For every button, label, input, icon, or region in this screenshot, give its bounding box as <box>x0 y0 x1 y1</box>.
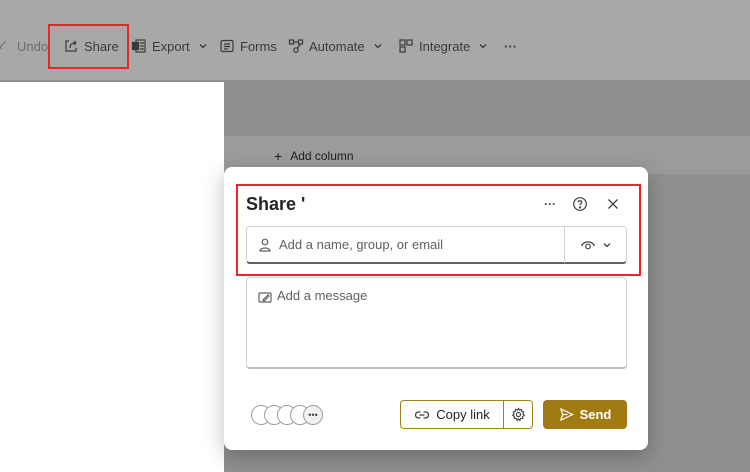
chevron-down-icon <box>195 38 211 54</box>
excel-icon <box>131 38 147 54</box>
automate-button[interactable]: Automate <box>288 36 386 56</box>
copy-link-label: Copy link <box>436 407 490 422</box>
side-pane <box>0 82 224 472</box>
automate-icon <box>288 38 304 54</box>
export-label: Export <box>152 38 190 54</box>
gear-icon <box>511 407 526 422</box>
link-settings-button[interactable] <box>503 400 533 429</box>
undo-button[interactable]: Undo <box>0 36 48 56</box>
send-button[interactable]: Send <box>543 400 627 429</box>
forms-label: Forms <box>240 38 277 54</box>
add-column-button[interactable]: + Add column <box>274 148 354 164</box>
more-label: ··· <box>504 38 517 54</box>
share-highlight-box <box>48 24 129 69</box>
dialog-header-highlight-box <box>236 184 641 276</box>
edit-message-icon <box>258 292 272 303</box>
more-people-avatar: ••• <box>303 405 323 425</box>
chevron-down-icon <box>370 38 386 54</box>
automate-label: Automate <box>309 38 365 54</box>
undo-label: Undo <box>17 38 49 54</box>
chevron-down-icon <box>475 38 491 54</box>
message-box[interactable] <box>246 277 627 369</box>
message-input[interactable] <box>277 288 617 358</box>
integrate-button[interactable]: Integrate <box>398 36 491 56</box>
more-options-button[interactable]: ··· <box>504 36 517 56</box>
send-icon <box>559 407 574 422</box>
forms-button[interactable]: Forms <box>219 36 277 56</box>
undo-icon <box>0 38 12 54</box>
plus-icon: + <box>274 148 283 164</box>
send-label: Send <box>579 407 612 422</box>
copy-link-button[interactable]: Copy link <box>400 400 503 429</box>
forms-icon <box>219 38 235 54</box>
add-column-label: Add column <box>290 149 354 163</box>
integrate-label: Integrate <box>419 38 471 54</box>
integrate-icon <box>398 38 414 54</box>
link-icon <box>414 407 430 423</box>
export-button[interactable]: Export <box>131 36 211 56</box>
